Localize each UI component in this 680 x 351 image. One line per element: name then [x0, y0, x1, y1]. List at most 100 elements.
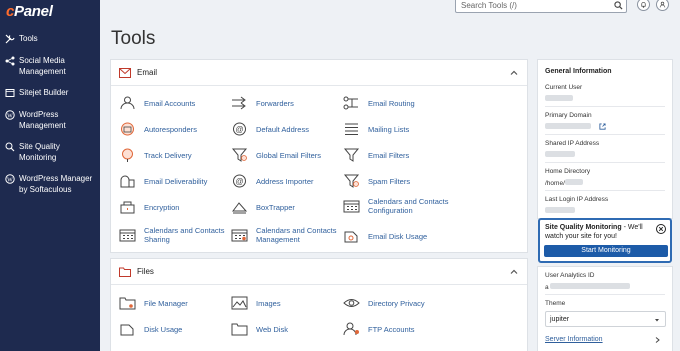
disk-icon [343, 229, 360, 243]
redacted-value [545, 123, 591, 129]
trap-icon [231, 200, 248, 214]
builder-icon [4, 87, 15, 98]
home-directory-row: Home Directory /home/ [545, 168, 665, 191]
search-input[interactable] [455, 0, 627, 13]
files-section-title: Files [137, 267, 154, 276]
general-information-panel: General Information Current User Primary… [537, 59, 673, 219]
sidebar-item-label: WordPress Management [19, 110, 66, 130]
tool-boxtrapper[interactable]: BoxTrapper [231, 200, 338, 214]
key-icon [119, 200, 136, 214]
tool-calendars-contacts-sharing[interactable]: Calendars and Contacts Sharing [119, 226, 226, 244]
start-monitoring-button[interactable]: Start Monitoring [544, 245, 668, 257]
folder-icon [119, 267, 131, 277]
svg-text:@: @ [235, 177, 243, 186]
sidebar-item-label: WordPress Manager by Softaculous [19, 174, 93, 194]
tool-email-filters[interactable]: Email Filters [343, 148, 450, 162]
tool-spam-filters[interactable]: Spam Filters [343, 174, 450, 188]
tool-disk-usage[interactable]: Disk Usage [119, 322, 226, 336]
external-link-icon[interactable] [599, 123, 606, 130]
popup-title: Site Quality Monitoring [545, 224, 622, 231]
analytics-row: User Analytics ID a [545, 272, 665, 295]
calendar-icon [231, 228, 248, 242]
general-information-title: General Information [545, 68, 612, 75]
tool-images[interactable]: Images [231, 296, 338, 310]
location-pin-icon [119, 148, 136, 162]
list-icon [343, 122, 360, 136]
envelope-icon [119, 67, 131, 78]
wrench-icon [4, 33, 15, 44]
at-sign-icon: @ [231, 174, 248, 188]
tool-forwarders[interactable]: Forwarders [231, 96, 338, 110]
page-title: Tools [111, 28, 156, 49]
tool-directory-privacy[interactable]: Directory Privacy [343, 296, 450, 310]
notifications-button[interactable] [637, 0, 650, 11]
sidebar-item-sitejet[interactable]: Sitejet Builder [0, 85, 100, 101]
cpanel-logo[interactable]: cPanel [6, 3, 53, 20]
tool-email-disk-usage[interactable]: Email Disk Usage [343, 229, 450, 243]
search-icon[interactable] [614, 1, 623, 10]
tool-calendars-contacts-config[interactable]: Calendars and Contacts Configuration [343, 197, 450, 215]
shared-ip-row: Shared IP Address [545, 140, 665, 163]
tool-calendars-contacts-management[interactable]: Calendars and Contacts Management [231, 226, 338, 244]
tool-email-accounts[interactable]: Email Accounts [119, 96, 226, 110]
tool-ftp-accounts[interactable]: FTP Accounts [343, 322, 450, 336]
mailbox-icon [119, 174, 136, 188]
file-manager-icon [119, 296, 136, 310]
redacted-value [564, 179, 583, 185]
sidebar-item-wp-softaculous[interactable]: W WordPress Manager by Softaculous [0, 171, 100, 197]
funnel-icon [343, 174, 360, 188]
sidebar-item-label: Tools [19, 34, 38, 43]
files-panel-header[interactable]: Files [111, 259, 527, 285]
sidebar-item-wordpress[interactable]: W WordPress Management [0, 107, 100, 133]
folder-icon [231, 322, 248, 336]
sidebar: cPanel Tools Social Media Management Sit… [0, 0, 100, 351]
sidebar-item-social-media[interactable]: Social Media Management [0, 53, 100, 79]
monitor-icon [4, 141, 15, 152]
calendar-icon [119, 228, 136, 242]
user-icon [119, 96, 136, 110]
close-icon[interactable] [656, 224, 666, 234]
server-information-link[interactable]: Server Information [545, 336, 665, 343]
chevron-up-icon[interactable] [510, 268, 518, 276]
chevron-up-icon[interactable] [510, 69, 518, 77]
eye-icon [343, 296, 360, 310]
autoresponder-icon [119, 122, 136, 136]
email-panel-header[interactable]: Email [111, 60, 527, 86]
theme-row: Theme jupiter [545, 300, 666, 327]
caret-down-icon [655, 319, 659, 322]
sidebar-item-label: Social Media Management [19, 56, 66, 76]
routing-icon [343, 96, 360, 110]
redacted-value [550, 283, 631, 289]
email-section-title: Email [137, 68, 158, 77]
tool-web-disk[interactable]: Web Disk [231, 322, 338, 336]
sidebar-item-label: Site Quality Monitoring [19, 142, 60, 162]
tool-default-address[interactable]: @ Default Address [231, 122, 338, 136]
current-user-row: Current User [545, 84, 665, 107]
sidebar-nav: Tools Social Media Management Sitejet Bu… [0, 31, 100, 203]
tool-encryption[interactable]: Encryption [119, 200, 226, 214]
tool-address-importer[interactable]: @ Address Importer [231, 174, 338, 188]
theme-select[interactable]: jupiter [545, 311, 666, 327]
tool-file-manager[interactable]: File Manager [119, 296, 226, 310]
tool-autoresponders[interactable]: Autoresponders [119, 122, 226, 136]
svg-text:W: W [7, 113, 13, 119]
tool-email-deliverability[interactable]: Email Deliverability [119, 174, 226, 188]
share-icon [4, 55, 15, 66]
disk-icon [119, 322, 136, 336]
sidebar-item-site-quality[interactable]: Site Quality Monitoring [0, 139, 100, 165]
tool-email-routing[interactable]: Email Routing [343, 96, 450, 110]
sidebar-item-tools[interactable]: Tools [0, 31, 100, 47]
svg-text:W: W [7, 177, 13, 183]
tool-track-delivery[interactable]: Track Delivery [119, 148, 226, 162]
funnel-icon [231, 148, 248, 162]
tool-global-email-filters[interactable]: Global Email Filters [231, 148, 338, 162]
svg-text:@: @ [235, 125, 243, 134]
user-menu-button[interactable] [656, 0, 669, 11]
site-quality-popup: Site Quality Monitoring - We'll watch yo… [538, 218, 672, 263]
primary-domain-row: Primary Domain [545, 112, 665, 135]
image-icon [231, 296, 248, 310]
lower-info-panel: User Analytics ID a Theme jupiter Server… [537, 266, 673, 351]
tool-mailing-lists[interactable]: Mailing Lists [343, 122, 450, 136]
redacted-value [545, 207, 575, 213]
redacted-value [545, 95, 573, 101]
